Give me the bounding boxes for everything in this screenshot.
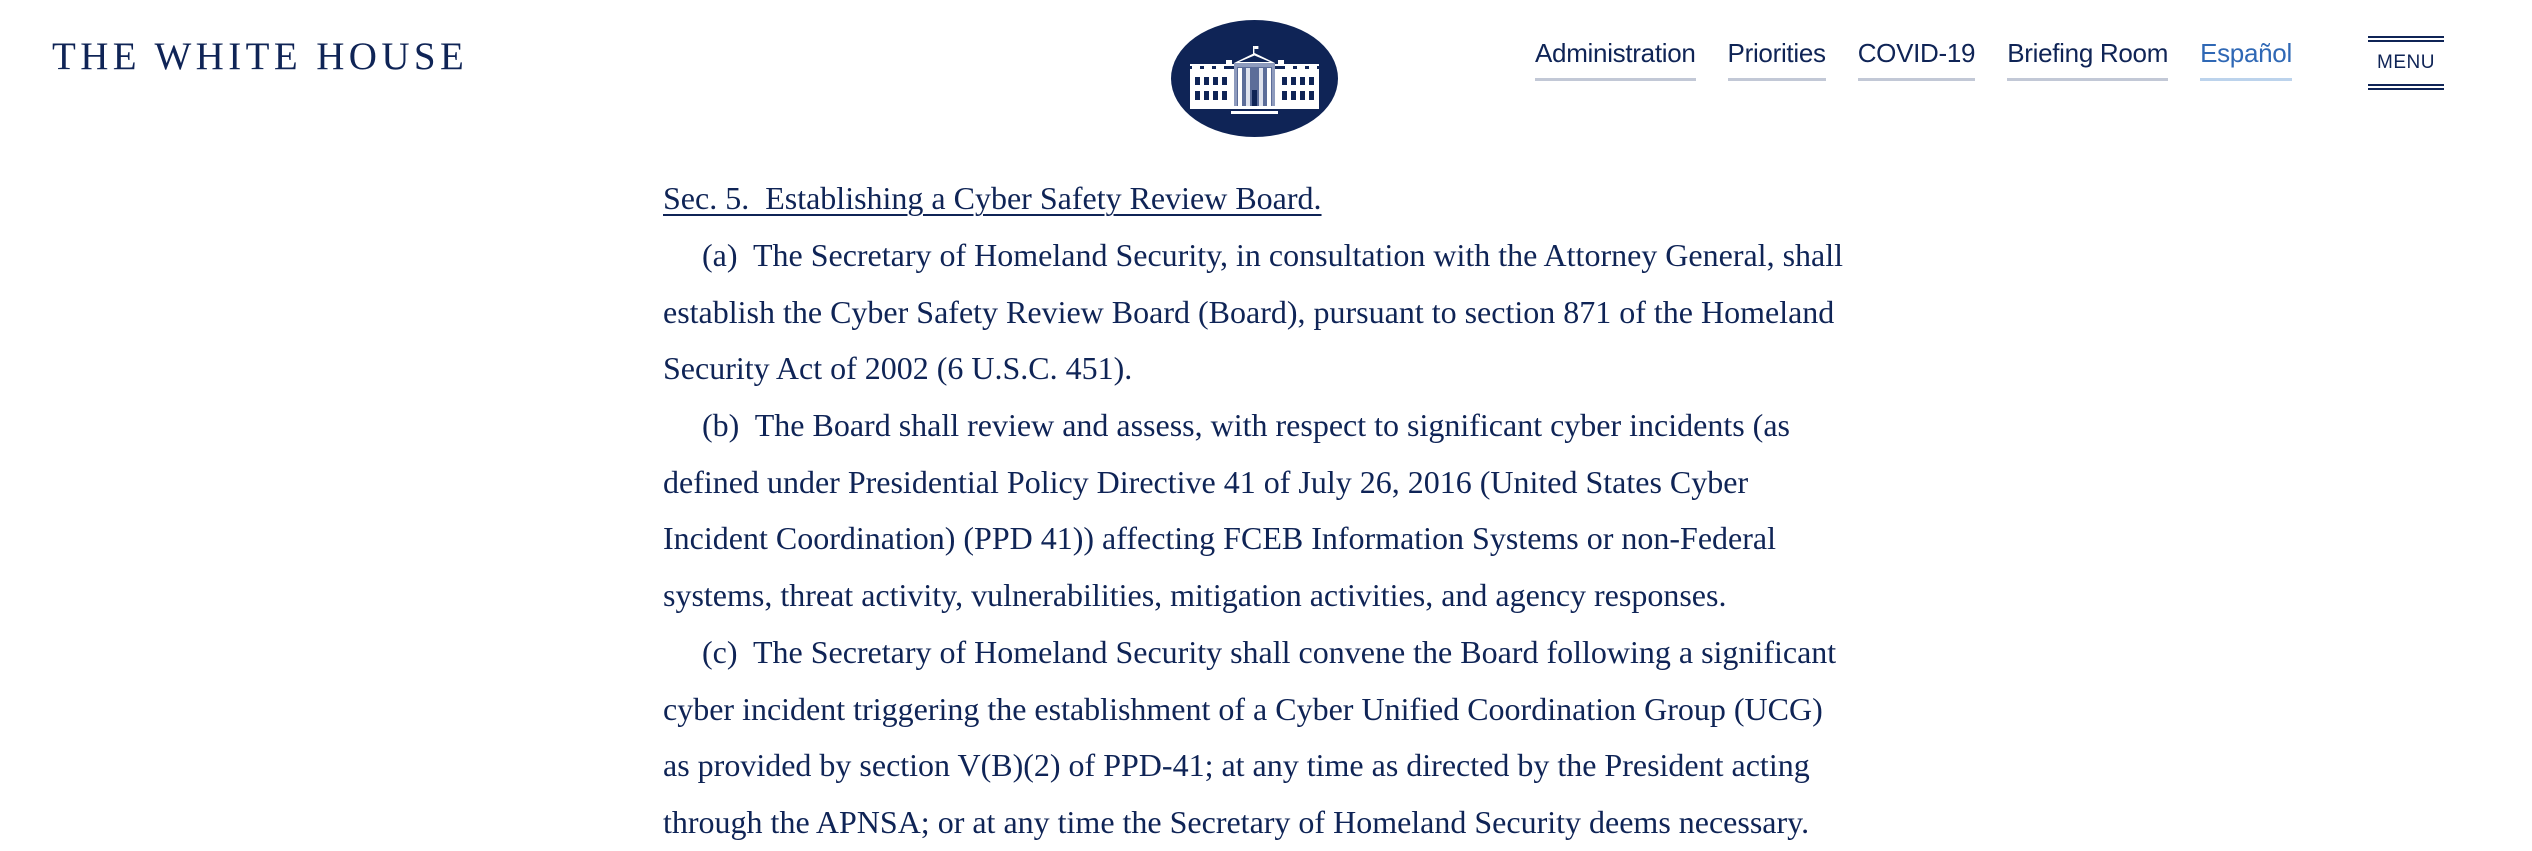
nav-briefing-room[interactable]: Briefing Room (2007, 36, 2168, 81)
paragraph-a: (a) The Secretary of Homeland Security, … (663, 227, 1873, 397)
site-title-link[interactable]: THE WHITE HOUSE (52, 33, 468, 81)
paragraph-b: (b) The Board shall review and assess, w… (663, 397, 1873, 624)
article-body: Sec. 5. Establishing a Cyber Safety Revi… (663, 170, 1873, 851)
paragraph-line: (b) The Board shall review and assess, w… (702, 407, 1790, 444)
menu-top-lines-icon (2368, 36, 2444, 42)
nav-covid-19[interactable]: COVID-19 (1857, 36, 1976, 81)
paragraph-line: systems, threat activity, vulnerabilitie… (663, 577, 1727, 614)
main-nav: Administration Priorities COVID-19 Brief… (1535, 36, 2292, 81)
paragraph-line: as provided by section V(B)(2) of PPD-41… (663, 747, 1810, 784)
paragraph-line: Incident Coordination) (PPD 41)) affecti… (663, 520, 1776, 557)
paragraph-line: defined under Presidential Policy Direct… (663, 463, 1749, 500)
nav-administration[interactable]: Administration (1535, 36, 1696, 81)
nav-espanol[interactable]: Español (2200, 36, 2292, 81)
white-house-seal-icon[interactable] (1171, 20, 1338, 137)
menu-label: MENU (2377, 52, 2435, 73)
section-heading: Sec. 5. Establishing a Cyber Safety Revi… (663, 180, 1322, 216)
nav-priorities[interactable]: Priorities (1727, 36, 1826, 81)
paragraph-line: (a) The Secretary of Homeland Security, … (702, 237, 1843, 273)
paragraph-c: (c) The Secretary of Homeland Security s… (663, 624, 1873, 851)
menu-button[interactable]: MENU (2368, 36, 2444, 90)
paragraph-line: establish the Cyber Safety Review Board … (663, 293, 1835, 330)
menu-bottom-lines-icon (2368, 84, 2444, 90)
paragraph-line: (c) The Secretary of Homeland Security s… (702, 633, 1837, 670)
paragraph-line: Security Act of 2002 (6 U.S.C. 451). (663, 350, 1133, 387)
paragraph-line: through the APNSA; or at any time the Se… (663, 803, 1810, 840)
paragraph-line: cyber incident triggering the establishm… (663, 690, 1823, 727)
